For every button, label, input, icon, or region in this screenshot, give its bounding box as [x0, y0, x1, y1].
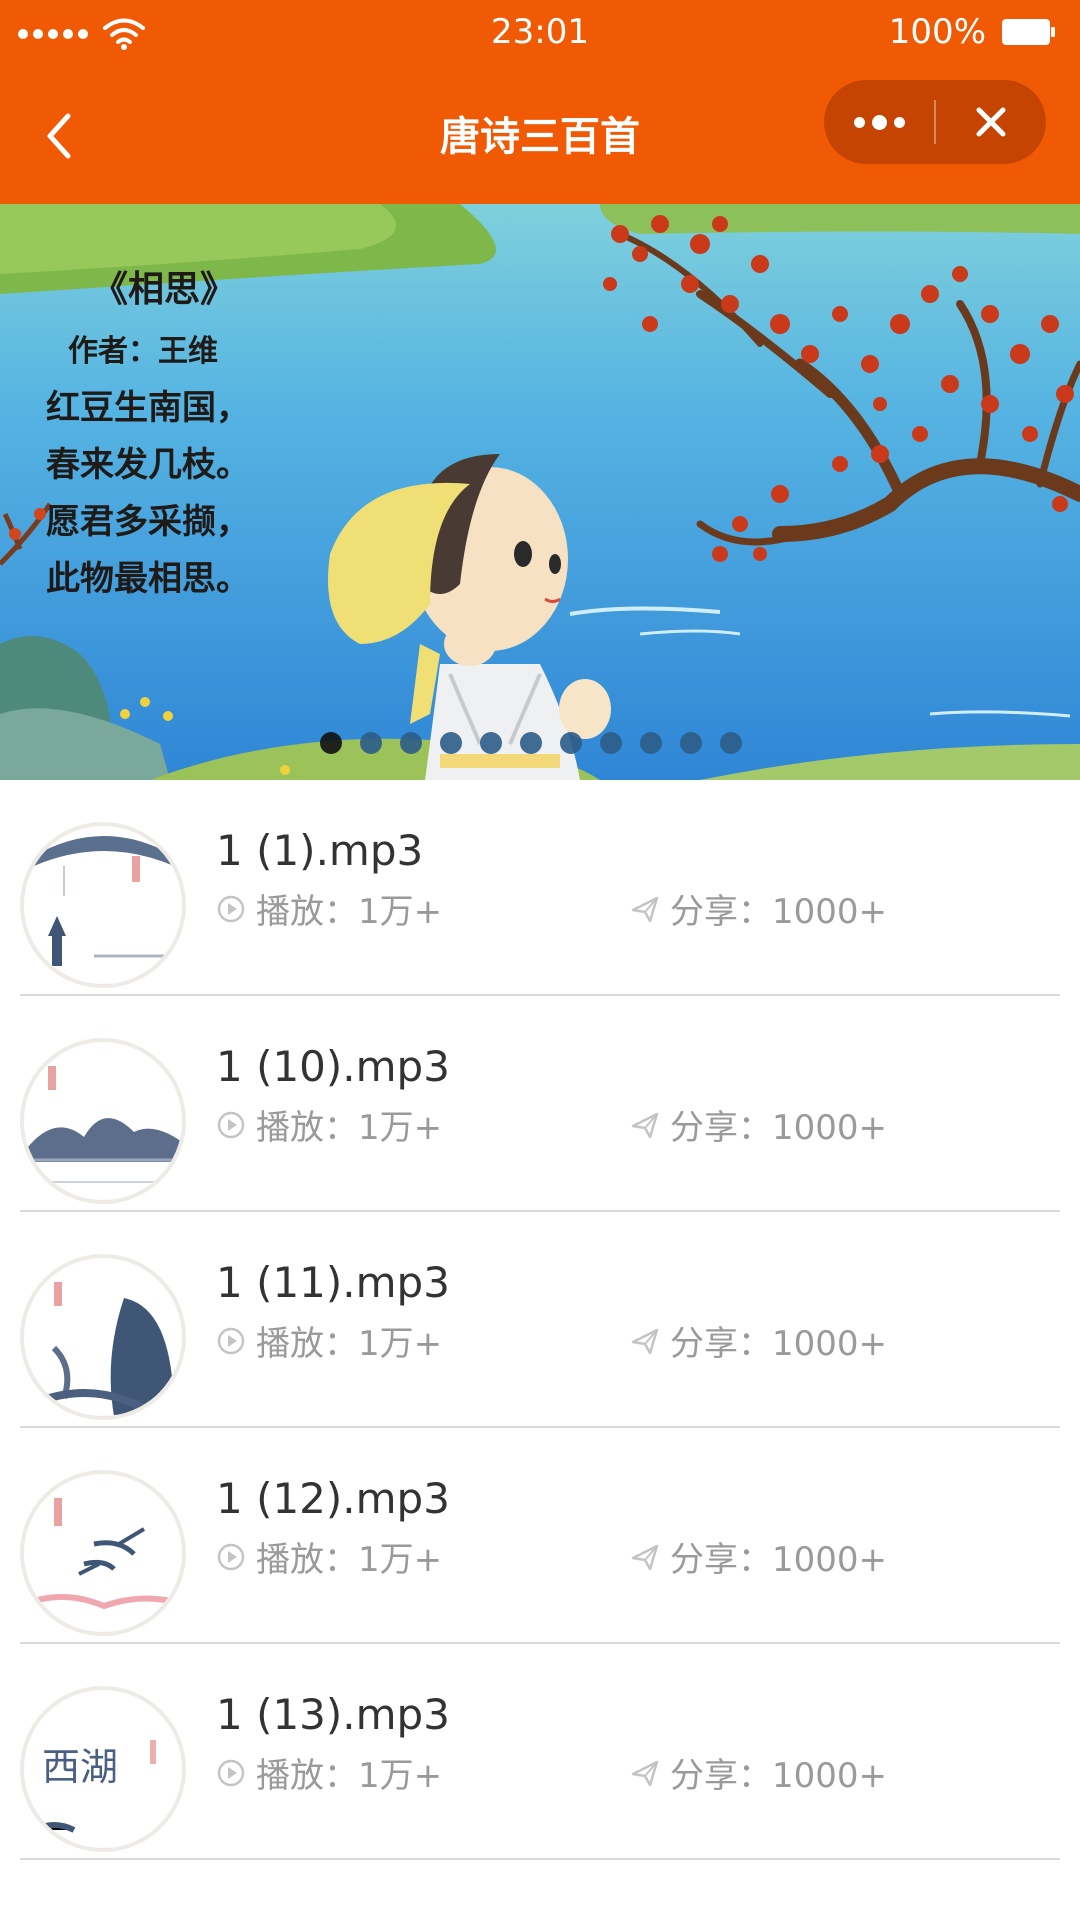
cover-thumbnail — [20, 1038, 186, 1204]
poem-title: 《相思》 — [92, 268, 237, 310]
list-item[interactable]: 1 (11).mp3 播放：1万+ 分享：1000+ — [0, 1212, 1080, 1428]
carousel-dot[interactable] — [560, 732, 582, 754]
share-count: 分享：1000+ — [630, 1748, 887, 1797]
share-icon — [631, 1544, 659, 1570]
play-label: 播放：1万+ — [256, 1756, 443, 1796]
item-title: 1 (12).mp3 — [216, 1474, 450, 1523]
share-count: 分享：1000+ — [630, 1316, 887, 1365]
battery-icon — [1002, 19, 1055, 45]
cover-thumbnail — [20, 1254, 186, 1420]
share-icon — [631, 1112, 659, 1138]
carousel-dot[interactable] — [400, 732, 422, 754]
play-count: 播放：1万+ — [216, 1100, 442, 1149]
cover-thumbnail — [20, 822, 186, 988]
mini-program-capsule — [824, 80, 1046, 164]
poem-line: 红豆生南国， — [46, 388, 250, 428]
carousel-dot[interactable] — [480, 732, 502, 754]
share-label: 分享：1000+ — [670, 1540, 888, 1580]
play-icon — [217, 1543, 245, 1570]
share-icon — [631, 1328, 659, 1354]
carousel-dot[interactable] — [360, 732, 382, 754]
list-divider — [20, 1858, 1060, 1860]
battery-percent: 100% — [888, 12, 986, 52]
play-count: 播放：1万+ — [216, 884, 442, 933]
play-count: 播放：1万+ — [216, 1316, 442, 1365]
share-count: 分享：1000+ — [630, 884, 887, 933]
play-icon — [217, 1759, 245, 1786]
audio-list: 1 (1).mp3 播放：1万+ 分享：1000+ 1 (10).mp3 播放：… — [0, 780, 1080, 1860]
carousel-dot[interactable] — [720, 732, 742, 754]
item-title: 1 (11).mp3 — [216, 1258, 450, 1307]
play-icon — [217, 1111, 245, 1138]
battery-group: 100% — [888, 12, 1055, 52]
play-count: 播放：1万+ — [216, 1532, 442, 1581]
play-icon — [217, 895, 245, 922]
status-bar: 23:01 100% — [0, 0, 1080, 70]
play-label: 播放：1万+ — [256, 1324, 443, 1364]
svg-text:西湖: 西湖 — [42, 1745, 118, 1789]
banner-carousel[interactable]: 《相思》 作者：王维 红豆生南国， 春来发几枝。 愿君多采撷， 此物最相思。 — [0, 204, 1080, 780]
carousel-indicator — [320, 732, 742, 754]
poem-text-block: 《相思》 作者：王维 红豆生南国， 春来发几枝。 愿君多采撷， 此物最相思。 — [46, 260, 250, 608]
play-label: 播放：1万+ — [256, 1540, 443, 1580]
item-title: 1 (1).mp3 — [216, 826, 424, 875]
cover-thumbnail — [20, 1470, 186, 1636]
app-screen: 23:01 100% 唐诗三百首 《相思》 作者：王维 红豆生南国， 春来发几枝… — [0, 0, 1080, 1920]
share-count: 分享：1000+ — [630, 1100, 887, 1149]
share-icon — [631, 1760, 659, 1786]
share-label: 分享：1000+ — [670, 892, 888, 932]
share-label: 分享：1000+ — [670, 1324, 888, 1364]
carousel-dot[interactable] — [440, 732, 462, 754]
close-icon — [976, 107, 1006, 137]
nav-bar: 唐诗三百首 — [0, 70, 1080, 204]
play-count: 播放：1万+ — [216, 1748, 442, 1797]
poem-line: 春来发几枝。 — [46, 445, 250, 485]
share-label: 分享：1000+ — [670, 1756, 888, 1796]
carousel-dot[interactable] — [320, 732, 342, 754]
poem-line: 愿君多采撷， — [46, 502, 250, 542]
share-count: 分享：1000+ — [630, 1532, 887, 1581]
carousel-dot[interactable] — [520, 732, 542, 754]
list-item[interactable]: 西湖 1 (13).mp3 播放：1万+ 分享：1000+ — [0, 1644, 1080, 1860]
list-item[interactable]: 1 (12).mp3 播放：1万+ 分享：1000+ — [0, 1428, 1080, 1644]
share-icon — [631, 896, 659, 922]
share-label: 分享：1000+ — [670, 1108, 888, 1148]
item-title: 1 (10).mp3 — [216, 1042, 450, 1091]
play-icon — [217, 1327, 245, 1354]
poem-author: 作者：王维 — [68, 334, 218, 369]
carousel-dot[interactable] — [640, 732, 662, 754]
play-label: 播放：1万+ — [256, 892, 443, 932]
close-button[interactable] — [936, 80, 1046, 164]
list-item[interactable]: 1 (10).mp3 播放：1万+ 分享：1000+ — [0, 996, 1080, 1212]
poem-line: 此物最相思。 — [46, 559, 250, 599]
item-title: 1 (13).mp3 — [216, 1690, 450, 1739]
more-dots-icon — [853, 116, 865, 128]
play-label: 播放：1万+ — [256, 1108, 443, 1148]
carousel-dot[interactable] — [600, 732, 622, 754]
carousel-dot[interactable] — [680, 732, 702, 754]
cover-thumbnail: 西湖 — [20, 1686, 186, 1852]
list-item[interactable]: 1 (1).mp3 播放：1万+ 分享：1000+ — [0, 780, 1080, 996]
more-menu-button[interactable] — [824, 80, 934, 164]
